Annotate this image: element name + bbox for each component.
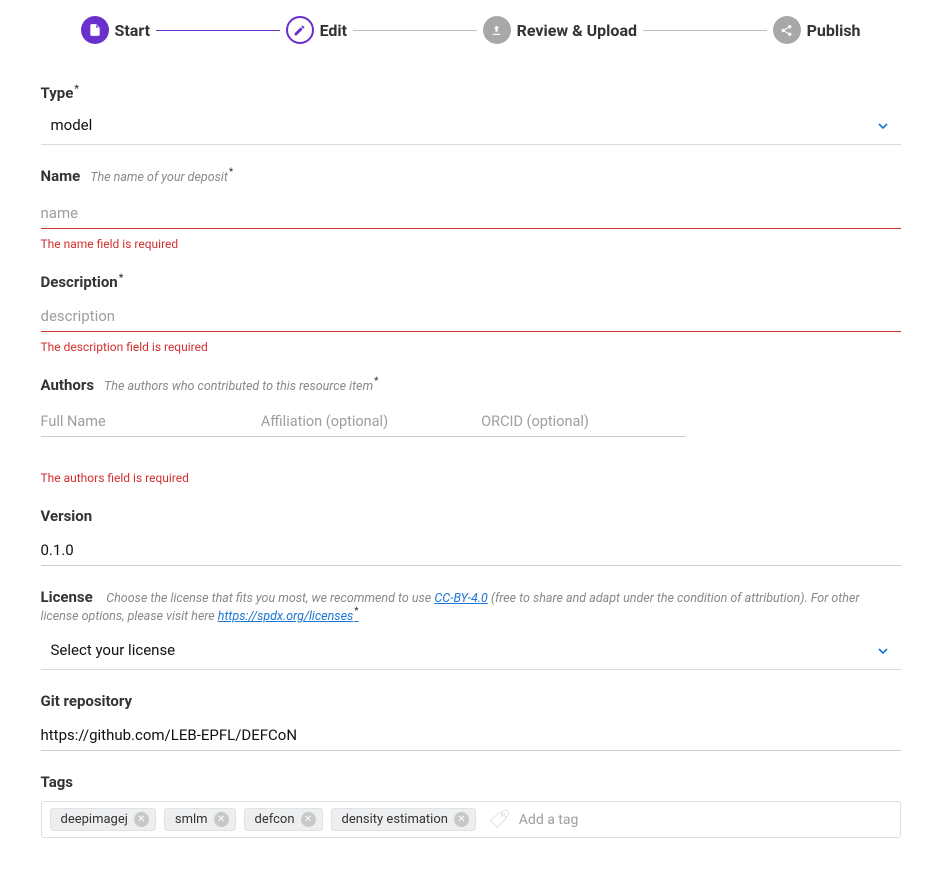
step-publish[interactable]: Publish [773,16,861,44]
type-value: model [51,116,93,134]
field-git: Git repository [41,692,901,751]
step-start[interactable]: Start [81,16,151,44]
field-type: Type model [41,84,901,145]
author-affiliation-input[interactable] [261,407,465,436]
version-input[interactable] [41,535,901,566]
field-version: Version [41,507,901,566]
authors-row [41,407,686,437]
pencil-icon [286,16,314,44]
name-help: The name of your deposit [90,170,233,185]
tags-box[interactable]: deepimagej ✕ smlm ✕ defcon ✕ density est… [41,801,901,838]
tag-chip: deepimagej ✕ [50,808,156,831]
tag-text: density estimation [342,812,448,827]
field-name: Name The name of your deposit The name f… [41,167,901,251]
author-fullname-input[interactable] [41,407,245,436]
step-review[interactable]: Review & Upload [483,16,637,44]
description-label: Description [41,273,124,291]
upload-icon [483,16,511,44]
git-label: Git repository [41,692,133,710]
license-help-pre: Choose the license that fits you most, w… [106,591,434,606]
field-tags: Tags deepimagej ✕ smlm ✕ defcon ✕ densit… [41,773,901,838]
wizard-stepper: Start Edit Review & Upload Publish [41,16,901,44]
step-connector [643,30,767,31]
chevron-down-icon [875,643,891,663]
type-select[interactable]: model [41,112,901,145]
git-input[interactable] [41,720,901,751]
tag-remove-icon[interactable]: ✕ [301,812,316,827]
file-icon [81,16,109,44]
authors-help: The authors who contributed to this reso… [104,379,378,394]
step-edit[interactable]: Edit [286,16,348,44]
tag-remove-icon[interactable]: ✕ [454,812,469,827]
tag-text: smlm [175,812,208,827]
license-label: License [41,588,93,606]
license-spdx-link[interactable]: https://spdx.org/licenses [218,609,359,624]
license-placeholder: Select your license [51,641,176,659]
license-select[interactable]: Select your license [41,637,901,670]
step-label: Review & Upload [517,21,637,40]
description-input[interactable] [41,301,901,332]
name-label: Name [41,167,81,185]
tag-input[interactable] [519,812,892,828]
tag-remove-icon[interactable]: ✕ [134,812,149,827]
type-label: Type [41,84,79,102]
tag-chip: smlm ✕ [164,808,236,831]
tag-text: deepimagej [61,812,128,827]
name-error: The name field is required [41,237,901,251]
license-cc-link[interactable]: CC-BY-4.0 [434,591,488,606]
version-label: Version [41,507,93,525]
tag-remove-icon[interactable]: ✕ [214,812,229,827]
step-label: Publish [807,21,861,40]
tag-icon: 🏷 [488,809,511,830]
tag-chip: defcon ✕ [244,808,323,831]
step-label: Start [115,21,151,40]
step-connector [353,30,477,31]
field-authors: Authors The authors who contributed to t… [41,376,901,485]
step-label: Edit [320,21,348,40]
tag-text: defcon [255,812,295,827]
step-connector [156,30,280,31]
field-description: Description The description field is req… [41,273,901,354]
authors-error: The authors field is required [41,471,901,485]
share-icon [773,16,801,44]
tags-label: Tags [41,773,74,791]
authors-label: Authors [41,376,95,394]
author-orcid-input[interactable] [481,407,685,436]
field-license: License Choose the license that fits you… [41,588,901,671]
description-error: The description field is required [41,340,901,354]
name-input[interactable] [41,198,901,229]
chevron-down-icon [875,118,891,138]
tag-chip: density estimation ✕ [331,808,476,831]
